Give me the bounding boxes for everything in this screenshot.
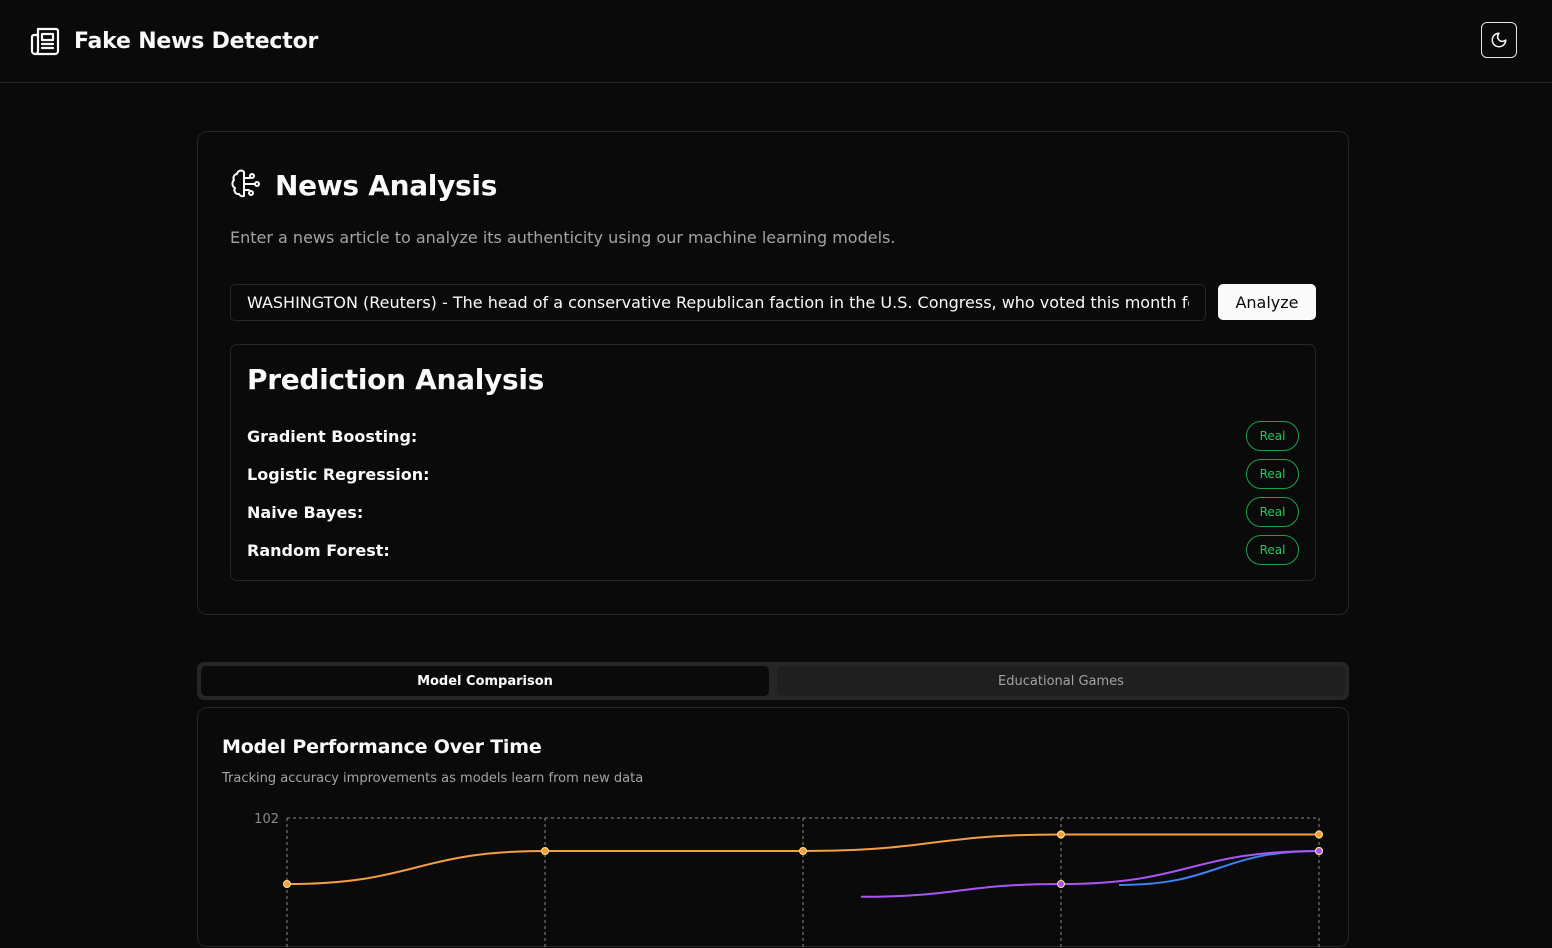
analysis-title: News Analysis: [275, 168, 498, 202]
model-performance-card: Model Performance Over Time Tracking acc…: [197, 707, 1349, 948]
result-badge: Real: [1246, 421, 1299, 451]
performance-chart: 102: [254, 812, 1323, 948]
moon-icon: [1490, 31, 1508, 49]
series-point: [283, 880, 291, 888]
model-name: Random Forest:: [247, 540, 390, 560]
series-point: [799, 847, 807, 855]
series-point: [1315, 847, 1323, 855]
analysis-description: Enter a news article to analyze its auth…: [230, 228, 896, 247]
analyze-button[interactable]: Analyze: [1218, 284, 1316, 320]
series-line: [286, 833, 1319, 885]
result-badge: Real: [1246, 459, 1299, 489]
prediction-row: Random Forest: Real: [247, 534, 1299, 566]
prediction-row: Logistic Regression: Real: [247, 458, 1299, 490]
brain-icon: [230, 168, 262, 202]
prediction-analysis-panel: Prediction Analysis Gradient Boosting: R…: [230, 344, 1316, 581]
brand: Fake News Detector: [30, 24, 318, 58]
analysis-header: News Analysis: [230, 165, 497, 205]
y-tick-label: 102: [254, 812, 279, 827]
series-point: [1057, 830, 1065, 839]
prediction-title: Prediction Analysis: [247, 363, 545, 396]
newspaper-icon: [30, 25, 60, 57]
series-point: [1057, 880, 1065, 888]
result-badge: Real: [1246, 535, 1299, 565]
top-bar: Fake News Detector: [0, 0, 1552, 83]
prediction-row: Naive Bayes: Real: [247, 496, 1299, 528]
result-badge: Real: [1246, 497, 1299, 527]
model-name: Logistic Regression:: [247, 464, 430, 484]
series-point: [541, 847, 549, 855]
news-article-input[interactable]: [230, 284, 1206, 321]
news-analysis-card: News Analysis Enter a news article to an…: [197, 131, 1349, 615]
prediction-row: Gradient Boosting: Real: [247, 420, 1299, 452]
theme-toggle-button[interactable]: [1481, 22, 1517, 58]
model-name: Gradient Boosting:: [247, 426, 418, 446]
model-name: Naive Bayes:: [247, 502, 364, 522]
series-point: [1315, 830, 1323, 839]
series-line: [1118, 850, 1320, 886]
tab-educational-games[interactable]: Educational Games: [777, 666, 1345, 696]
app-title: Fake News Detector: [74, 28, 319, 54]
tab-model-comparison[interactable]: Model Comparison: [201, 666, 769, 696]
tab-list: Model Comparison Educational Games: [197, 662, 1349, 700]
